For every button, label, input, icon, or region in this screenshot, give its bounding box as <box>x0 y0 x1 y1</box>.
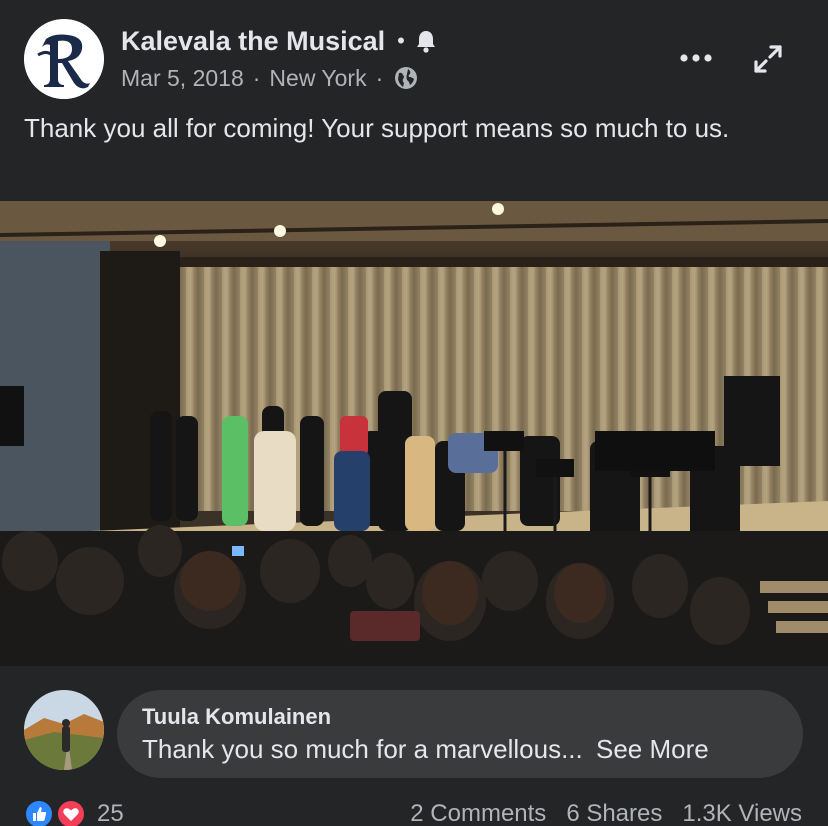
concert-stage-image <box>0 201 828 666</box>
expand-icon[interactable] <box>752 43 784 75</box>
post-stats: 2 Comments 6 Shares 1.3K Views <box>410 800 802 826</box>
like-reaction-icon[interactable] <box>24 799 54 826</box>
name-separator: • <box>397 28 405 53</box>
comments-count[interactable]: 2 Comments <box>410 800 546 826</box>
facebook-post: Kalevala the Musical • Mar 5, 2018 · New… <box>0 0 828 826</box>
post-footer: 25 2 Comments 6 Shares 1.3K Views <box>0 796 828 826</box>
post-location[interactable]: New York <box>269 65 366 92</box>
views-count: 1.3K Views <box>682 800 802 826</box>
post-meta: Mar 5, 2018 · New York · <box>121 64 418 92</box>
page-name-row: Kalevala the Musical • <box>121 24 437 58</box>
more-options-icon[interactable] <box>678 48 714 68</box>
globe-icon <box>394 66 418 90</box>
commenter-avatar[interactable] <box>24 690 104 770</box>
page-avatar[interactable] <box>24 19 104 99</box>
meta-separator: · <box>252 64 261 91</box>
post-date[interactable]: Mar 5, 2018 <box>121 65 244 92</box>
love-reaction-icon[interactable] <box>56 799 86 826</box>
reaction-count[interactable]: 25 <box>97 800 124 826</box>
see-more-link[interactable]: See More <box>596 734 709 764</box>
comment-author[interactable]: Tuula Komulainen <box>142 704 331 730</box>
bell-icon[interactable] <box>415 29 437 53</box>
kalevala-logo <box>24 19 104 99</box>
page-name-link[interactable]: Kalevala the Musical <box>121 26 385 57</box>
post-header: Kalevala the Musical • Mar 5, 2018 · New… <box>0 0 828 110</box>
comment-text-row: Thank you so much for a marvellous... Se… <box>142 734 709 765</box>
post-photo[interactable] <box>0 201 828 666</box>
comment-bubble[interactable]: Tuula Komulainen Thank you so much for a… <box>117 690 803 778</box>
post-caption: Thank you all for coming! Your support m… <box>24 113 730 143</box>
meta-separator: · <box>375 64 384 91</box>
comment-text: Thank you so much for a marvellous... <box>142 734 583 764</box>
shares-count[interactable]: 6 Shares <box>566 800 662 826</box>
